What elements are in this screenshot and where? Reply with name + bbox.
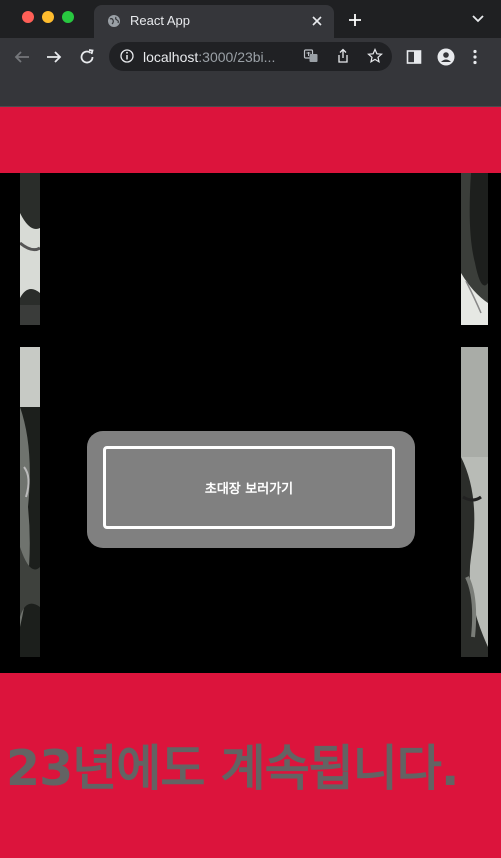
view-invitation-button[interactable]: 초대장 보러가기 xyxy=(103,446,395,529)
window-close-button[interactable] xyxy=(22,11,34,23)
side-panel-icon[interactable] xyxy=(405,48,423,66)
bookmark-bar xyxy=(0,75,501,107)
translate-icon[interactable] xyxy=(303,48,319,64)
photo-film-strip: 초대장 보러가기 xyxy=(0,173,501,673)
browser-toolbar: localhost:3000/23bi... xyxy=(0,38,501,75)
photo-right-top xyxy=(461,173,488,325)
info-icon[interactable] xyxy=(119,48,135,64)
address-bar[interactable]: localhost:3000/23bi... xyxy=(109,42,392,71)
share-icon[interactable] xyxy=(335,48,351,64)
globe-icon xyxy=(108,15,120,27)
forward-arrow-icon[interactable] xyxy=(45,48,63,66)
footer-headline: 23년에도 계속됩니다. xyxy=(6,740,460,797)
photo-left-top xyxy=(20,173,40,325)
invitation-modal: 초대장 보러가기 xyxy=(87,431,415,548)
page-content: 초대장 보러가기 23년에도 계속됩니다. xyxy=(0,107,501,858)
reload-icon[interactable] xyxy=(78,48,96,66)
new-tab-icon[interactable] xyxy=(348,13,362,27)
browser-tab[interactable]: React App xyxy=(94,5,334,38)
url-path: :3000/23bi... xyxy=(198,49,276,65)
more-menu-icon[interactable] xyxy=(466,48,484,66)
photo-right-bottom xyxy=(461,347,488,657)
close-icon[interactable] xyxy=(310,14,324,28)
photo-left-bottom xyxy=(20,347,40,657)
browser-tab-bar: React App xyxy=(0,0,501,38)
tab-title: React App xyxy=(130,13,190,28)
url-host: localhost xyxy=(143,49,199,65)
window-minimize-button[interactable] xyxy=(42,11,54,23)
chevron-down-icon[interactable] xyxy=(472,15,484,23)
back-arrow-icon[interactable] xyxy=(13,48,31,66)
profile-icon[interactable] xyxy=(437,48,455,66)
star-icon[interactable] xyxy=(367,48,383,64)
window-zoom-button[interactable] xyxy=(62,11,74,23)
url-text: localhost:3000/23bi... xyxy=(143,49,275,65)
